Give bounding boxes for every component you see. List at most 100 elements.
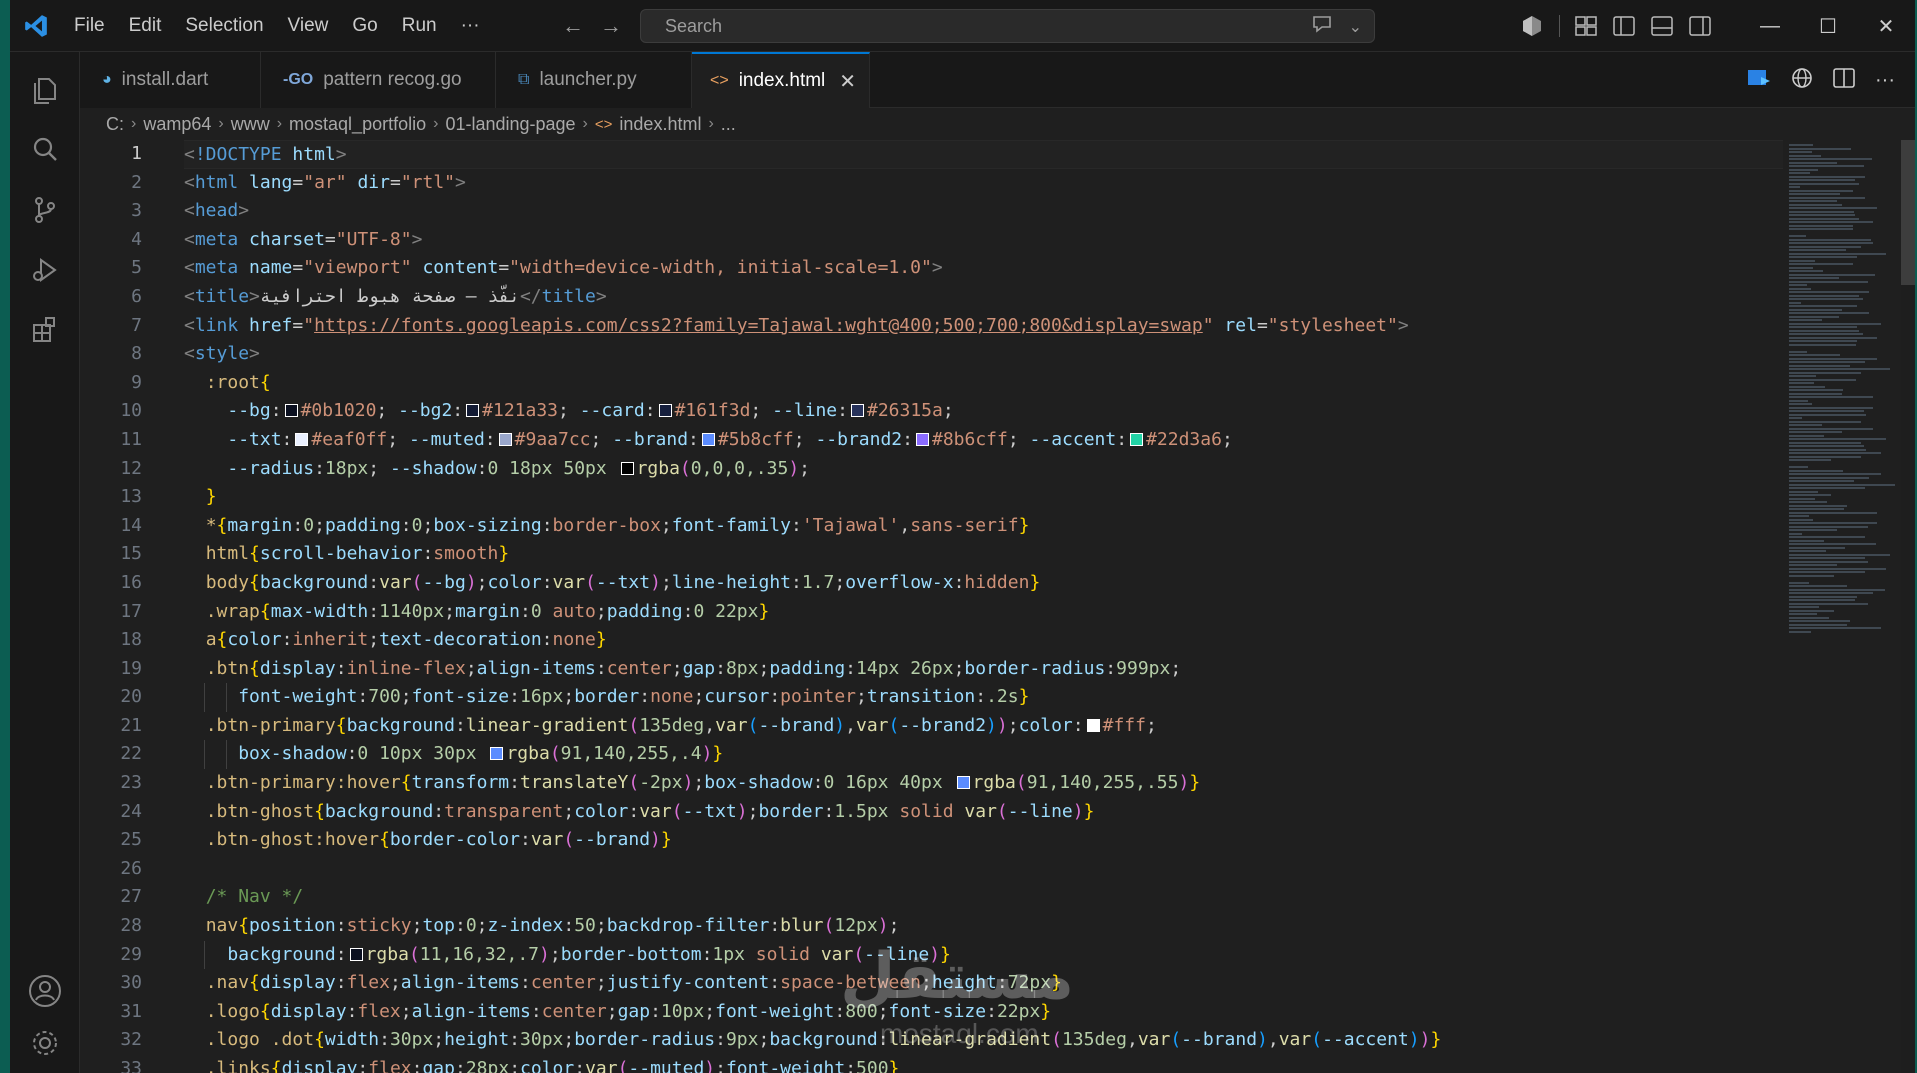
accounts-icon[interactable] bbox=[10, 961, 80, 1021]
minimap-line bbox=[1789, 298, 1863, 300]
color-swatch[interactable] bbox=[349, 947, 363, 961]
minimap-line bbox=[1789, 189, 1853, 192]
code-line: .btn-ghost:hover{border-color:var(--bran… bbox=[205, 829, 672, 851]
minimap-line bbox=[1789, 417, 1802, 419]
maximize-button[interactable]: ☐ bbox=[1799, 0, 1857, 52]
minimap-line bbox=[1789, 270, 1823, 272]
minimap-line bbox=[1789, 175, 1865, 178]
line-number: 29 bbox=[120, 943, 142, 965]
color-swatch[interactable] bbox=[498, 432, 512, 446]
minimap-line bbox=[1789, 305, 1857, 307]
minimap-line bbox=[1789, 224, 1853, 227]
minimap-line bbox=[1789, 511, 1877, 514]
minimap-line bbox=[1789, 161, 1837, 164]
toggle-secondary-sidebar-icon[interactable] bbox=[1681, 0, 1719, 52]
color-swatch[interactable] bbox=[701, 432, 715, 446]
minimap-line bbox=[1789, 382, 1815, 384]
divider bbox=[1551, 0, 1567, 52]
menu-file[interactable]: File bbox=[62, 0, 117, 52]
menu-more[interactable]: ··· bbox=[449, 0, 492, 52]
minimap-line bbox=[1789, 616, 1829, 619]
tab-pattern-recog-go[interactable]: -GO pattern recog.go bbox=[261, 52, 496, 108]
breadcrumb-landing-page[interactable]: 01-landing-page bbox=[445, 114, 575, 135]
minimize-button[interactable]: — bbox=[1741, 0, 1799, 52]
menu-edit[interactable]: Edit bbox=[117, 0, 174, 52]
forward-arrow-icon[interactable]: → bbox=[600, 13, 622, 39]
close-window-button[interactable]: ✕ bbox=[1857, 0, 1915, 52]
globe-icon[interactable] bbox=[1791, 67, 1813, 94]
minimap-line bbox=[1789, 364, 1850, 367]
breadcrumb-symbol[interactable]: ... bbox=[721, 114, 736, 135]
minimap-line bbox=[1789, 599, 1855, 601]
color-swatch[interactable] bbox=[1086, 718, 1100, 732]
manage-gear-icon[interactable] bbox=[10, 1013, 80, 1073]
tab-install-dart[interactable]: ◕ install.dart bbox=[80, 52, 261, 108]
line-number: 15 bbox=[120, 543, 142, 565]
breadcrumb-file[interactable]: index.html bbox=[619, 114, 701, 135]
customize-layout-icon[interactable] bbox=[1567, 0, 1605, 52]
line-number: 12 bbox=[120, 457, 142, 479]
color-swatch[interactable] bbox=[915, 432, 929, 446]
color-swatch[interactable] bbox=[284, 404, 298, 418]
menu-go[interactable]: Go bbox=[340, 0, 389, 52]
font-url-link[interactable]: https://fonts.googleapis.com/css2?family… bbox=[314, 315, 1203, 336]
live-preview-icon[interactable] bbox=[1747, 67, 1771, 94]
minimap-line bbox=[1789, 606, 1820, 608]
accounts-shield-icon[interactable] bbox=[1513, 0, 1551, 52]
minimap-line bbox=[1789, 361, 1865, 363]
color-swatch[interactable] bbox=[850, 404, 864, 418]
close-tab-icon[interactable]: ✕ bbox=[839, 69, 856, 94]
minimap-line bbox=[1789, 630, 1811, 633]
minimap-line bbox=[1789, 487, 1865, 489]
copilot-chat-icon[interactable] bbox=[1311, 14, 1333, 39]
explorer-icon[interactable] bbox=[10, 60, 80, 120]
run-debug-icon[interactable] bbox=[10, 240, 80, 300]
menu-selection[interactable]: Selection bbox=[173, 0, 275, 52]
minimap-line bbox=[1789, 529, 1837, 531]
line-number: 2 bbox=[131, 171, 142, 193]
color-swatch[interactable] bbox=[658, 404, 672, 418]
tab-launcher-py[interactable]: ⧉ launcher.py bbox=[496, 52, 692, 108]
code-line: a{color:inherit;text-decoration:none} bbox=[205, 629, 607, 651]
minimap-line bbox=[1789, 179, 1855, 181]
chevron-down-icon[interactable]: ⌄ bbox=[1349, 17, 1362, 37]
split-editor-icon[interactable] bbox=[1833, 67, 1855, 94]
editor-actions: ··· bbox=[1747, 52, 1895, 108]
breadcrumb-portfolio[interactable]: mostaql_portfolio bbox=[289, 114, 426, 135]
minimap-line bbox=[1789, 217, 1860, 220]
code-line: .btn-primary{background:linear-gradient(… bbox=[205, 714, 1157, 736]
menu-view[interactable]: View bbox=[276, 0, 341, 52]
breadcrumb-drive[interactable]: C: bbox=[106, 114, 124, 135]
minimap-line bbox=[1789, 340, 1857, 342]
tab-label: install.dart bbox=[121, 69, 209, 90]
code-editor[interactable]: 1 2 3 4 5 6 7 8 9 10 11 12 13 14 15 16 1… bbox=[80, 140, 1783, 1073]
code-line: <head> bbox=[184, 200, 250, 222]
color-swatch[interactable] bbox=[956, 776, 970, 790]
command-center-search[interactable]: Search ⌄ bbox=[640, 9, 1375, 43]
vertical-scrollbar[interactable] bbox=[1901, 140, 1915, 285]
tab-index-html[interactable]: <> index.html ✕ bbox=[692, 52, 870, 108]
source-control-icon[interactable] bbox=[10, 180, 80, 240]
color-swatch[interactable] bbox=[466, 404, 480, 418]
extensions-icon[interactable] bbox=[10, 300, 80, 360]
minimap[interactable] bbox=[1783, 140, 1901, 1073]
search-icon[interactable] bbox=[10, 120, 80, 180]
back-arrow-icon[interactable]: ← bbox=[562, 13, 584, 39]
color-swatch[interactable] bbox=[490, 747, 504, 761]
breadcrumb-www[interactable]: www bbox=[231, 114, 270, 135]
breadcrumb-wamp64[interactable]: wamp64 bbox=[143, 114, 211, 135]
more-actions-icon[interactable]: ··· bbox=[1875, 69, 1895, 92]
watermark-logo: مستقل bbox=[840, 940, 1075, 1014]
code-line: <!DOCTYPE html> bbox=[184, 140, 1783, 169]
menu-run[interactable]: Run bbox=[390, 0, 449, 52]
line-number: 11 bbox=[120, 428, 142, 450]
minimap-line bbox=[1789, 476, 1869, 479]
toggle-primary-sidebar-icon[interactable] bbox=[1605, 0, 1643, 52]
color-swatch[interactable] bbox=[1130, 432, 1144, 446]
toggle-panel-icon[interactable] bbox=[1643, 0, 1681, 52]
minimap-line bbox=[1789, 483, 1895, 486]
color-swatch[interactable] bbox=[620, 461, 634, 475]
minimap-line bbox=[1789, 207, 1878, 209]
color-swatch[interactable] bbox=[295, 432, 309, 446]
minimap-line bbox=[1789, 200, 1837, 202]
